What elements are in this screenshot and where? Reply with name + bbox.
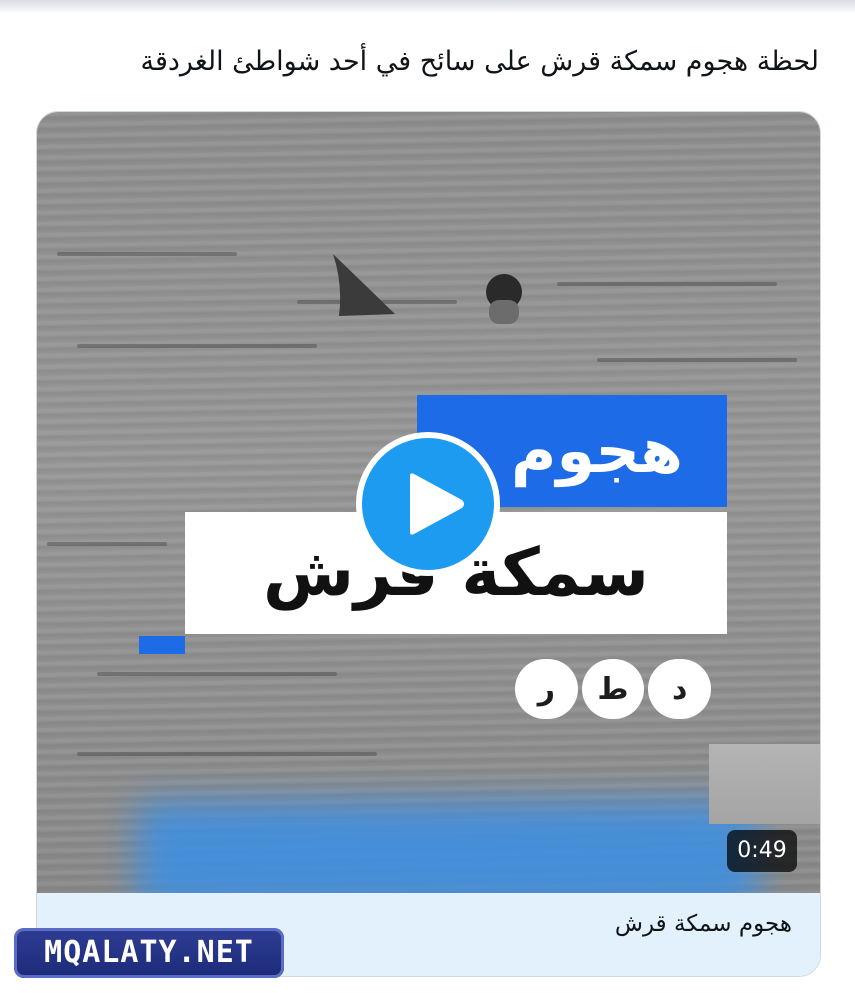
swimmer-head-icon — [486, 274, 522, 324]
water-wave — [557, 282, 777, 286]
water-wave — [77, 752, 377, 756]
water-wave — [47, 542, 167, 546]
shark-fin-icon — [333, 254, 395, 316]
water-wave — [57, 252, 237, 256]
accent-tab — [139, 636, 185, 654]
watermark-logo: MQALATY.NET — [14, 928, 284, 978]
video-player[interactable]: هجوم سمكة قرش ر ط د 0:49 — [37, 112, 820, 893]
water-wave — [77, 344, 317, 348]
top-strip — [0, 0, 855, 14]
play-icon — [410, 473, 464, 535]
corner-overlay — [709, 744, 820, 824]
logo-letter: ط — [581, 659, 645, 719]
logo-letter: د — [648, 659, 712, 719]
water-wave — [97, 672, 337, 676]
blue-blur — [137, 802, 757, 893]
card-title: هجوم سمكة قرش — [614, 911, 792, 937]
channel-logo: ر ط د — [515, 659, 712, 719]
tweet-text: لحظة هجوم سمكة قرش على سائح في أحد شواطئ… — [140, 46, 819, 77]
video-card[interactable]: هجوم سمكة قرش ر ط د 0:49 هجوم سمكة قرش — [36, 111, 821, 977]
play-button[interactable] — [356, 432, 500, 576]
video-duration: 0:49 — [727, 830, 797, 872]
logo-letter: ر — [515, 659, 578, 719]
water-wave — [597, 358, 797, 362]
